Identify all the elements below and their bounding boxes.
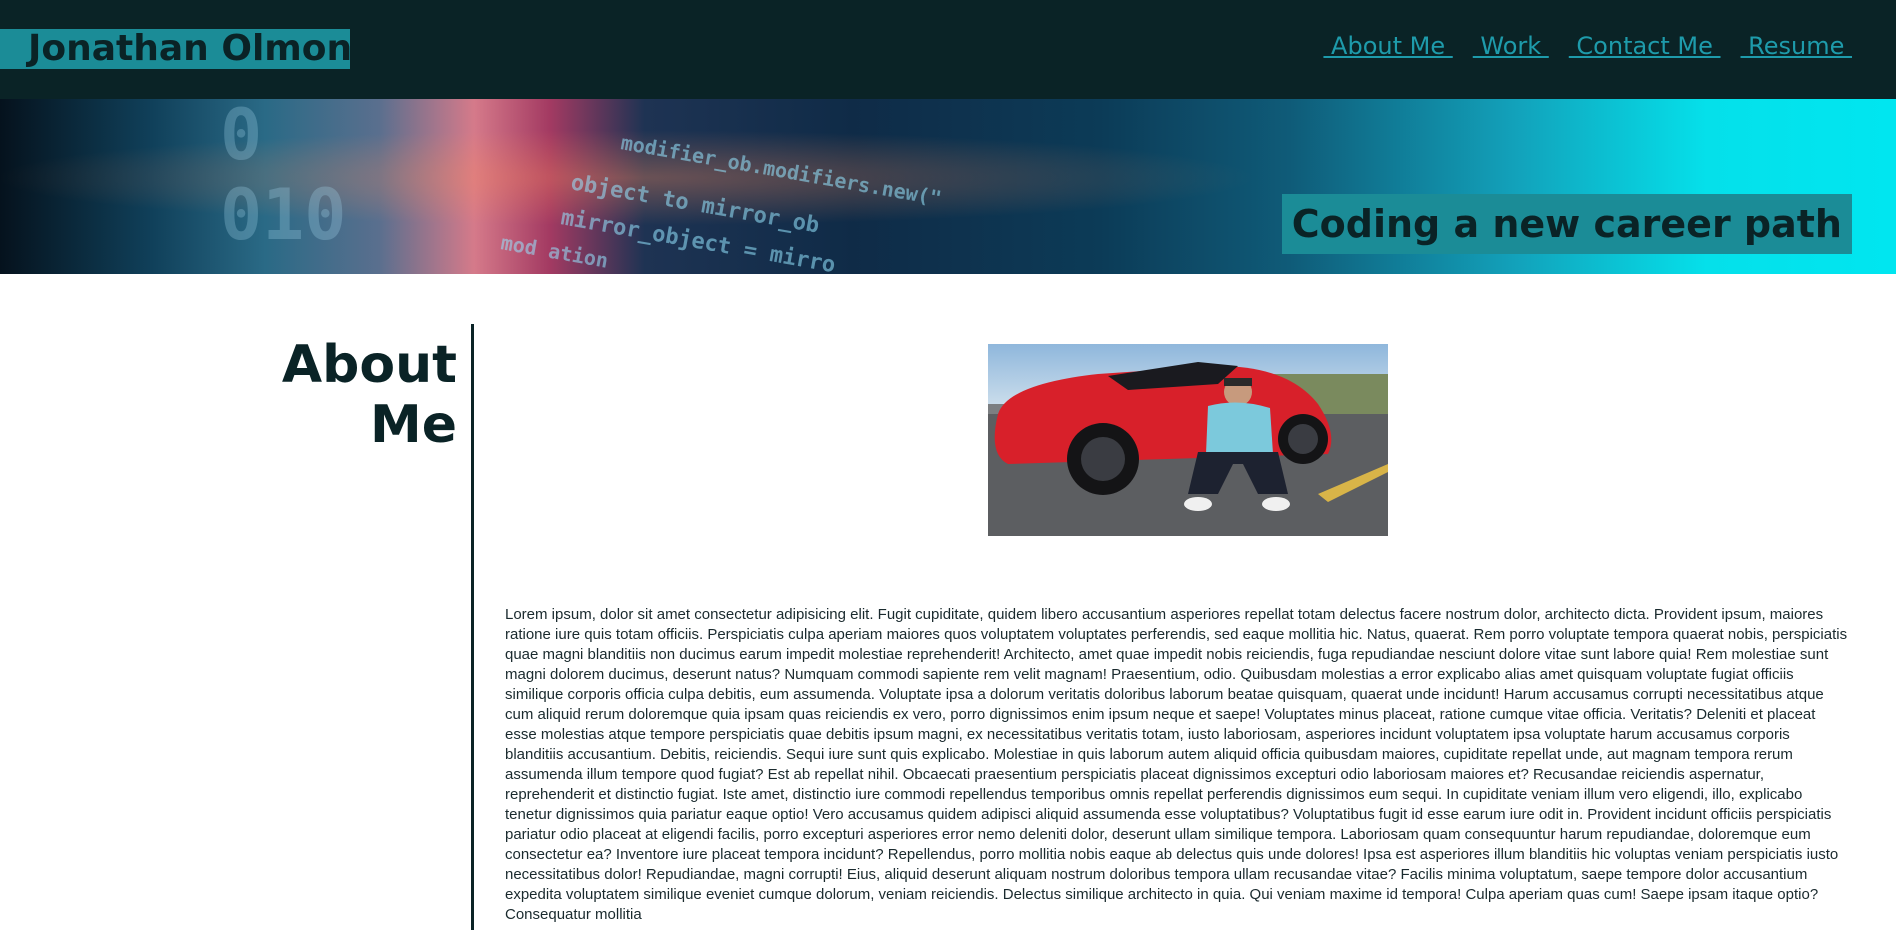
nav-link-about-me[interactable]: About Me	[1323, 32, 1452, 60]
about-bio-text: Lorem ipsum, dolor sit amet consectetur …	[505, 606, 1848, 923]
banner-tagline: Coding a new career path	[1281, 194, 1852, 254]
banner-code-digits: 010	[220, 174, 346, 256]
vertical-divider	[471, 324, 474, 930]
hero-banner: modifier_ob.modifiers.new(" object to mi…	[0, 99, 1896, 274]
site-name[interactable]: Jonathan Olmon	[0, 29, 350, 69]
about-heading: About Me	[281, 335, 457, 455]
nav-link-contact-me[interactable]: Contact Me	[1569, 32, 1721, 60]
profile-photo	[988, 344, 1388, 536]
site-header: Jonathan Olmon About Me Work Contact Me …	[0, 0, 1896, 99]
main-nav: About Me Work Contact Me Resume	[1323, 32, 1852, 60]
banner-code-image: modifier_ob.modifiers.new(" object to mi…	[220, 99, 943, 274]
photo-illustration	[988, 344, 1388, 536]
nav-link-work[interactable]: Work	[1473, 32, 1549, 60]
banner-code-digit: 0	[220, 99, 262, 176]
nav-link-resume[interactable]: Resume	[1741, 32, 1852, 60]
banner-code-line-4: mod ation	[499, 230, 610, 272]
